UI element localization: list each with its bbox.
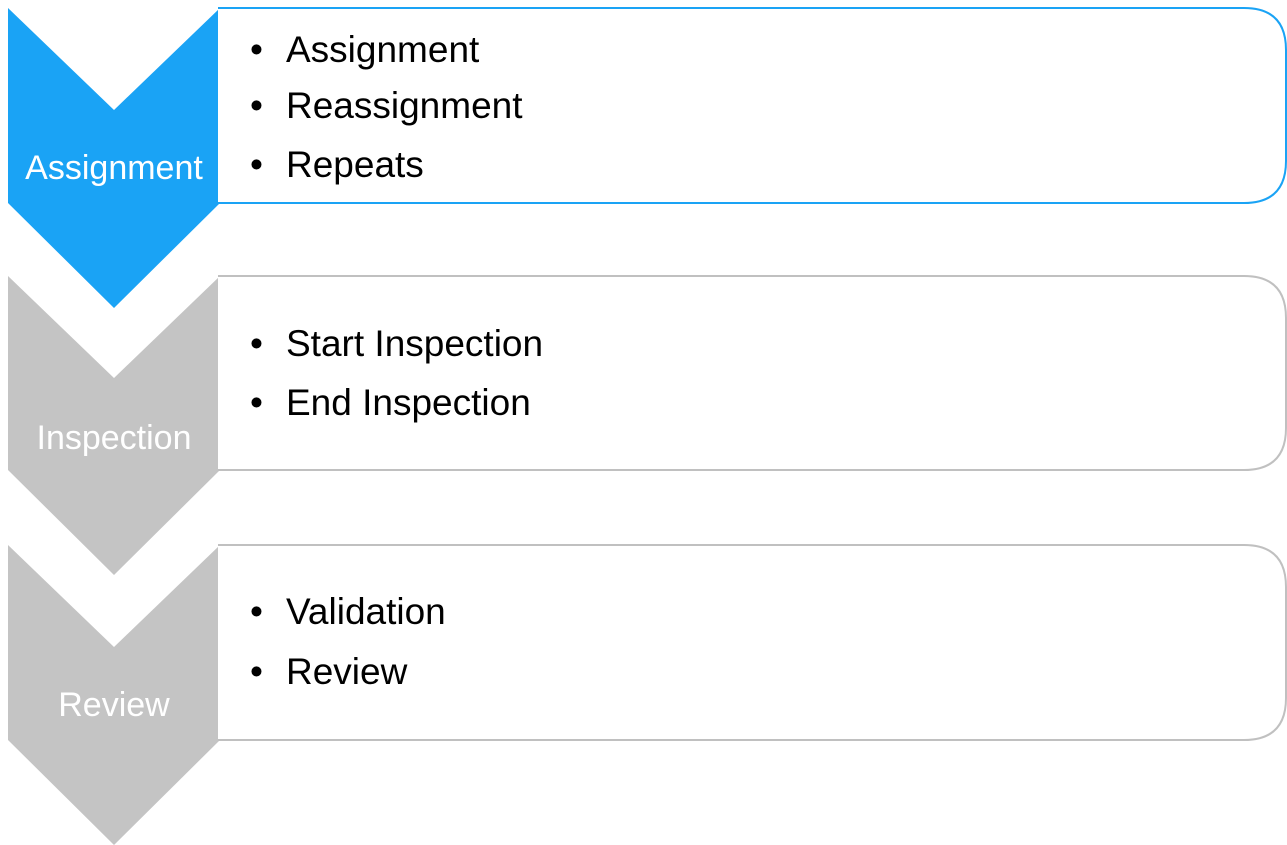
stage-inspection: Inspection • Start Inspection • End Inspec… (8, 275, 1287, 575)
bullet-item: • Start Inspection (250, 323, 543, 364)
chevron-label-review: Review (58, 686, 170, 724)
content-box-review (218, 544, 1287, 741)
stage-assignment: Assignment • Assignment • Reassignment • Re… (8, 7, 1287, 308)
chevron-label-assignment: Assignment (25, 149, 203, 187)
bullet-item: • Reassignment (250, 85, 523, 126)
stage-review: Review • Validation • Review (8, 544, 1287, 845)
content-box-inspection (218, 275, 1287, 471)
chevron-label-inspection: Inspection (37, 419, 192, 457)
process-diagram: Review • Validation • Review Inspection • S… (8, 7, 1287, 845)
bullet-item: • End Inspection (250, 382, 531, 423)
